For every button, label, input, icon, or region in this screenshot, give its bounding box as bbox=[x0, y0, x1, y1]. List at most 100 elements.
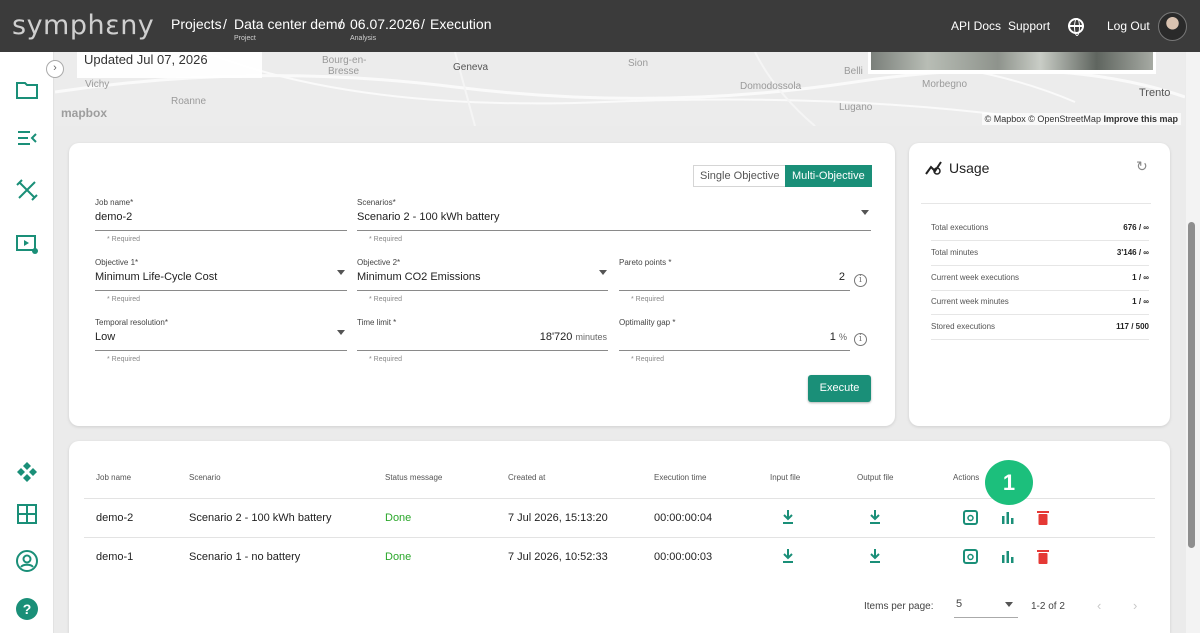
preview-icon[interactable] bbox=[963, 549, 978, 564]
dashboard-icon[interactable] bbox=[15, 502, 39, 526]
input-underline bbox=[357, 290, 608, 291]
breadcrumb-separator: / bbox=[223, 16, 227, 32]
app-logo[interactable]: symphεny bbox=[12, 10, 154, 41]
sidebar-toggle-button[interactable]: › bbox=[46, 60, 64, 78]
scenarios-select[interactable]: Scenarios* Scenario 2 - 100 kWh battery … bbox=[357, 198, 871, 248]
usage-label: Stored executions bbox=[931, 322, 996, 331]
menu-open-icon[interactable] bbox=[15, 126, 39, 150]
delete-icon[interactable] bbox=[1037, 510, 1049, 525]
usage-label: Total executions bbox=[931, 223, 989, 232]
map-label: Belli bbox=[844, 66, 863, 77]
map[interactable]: Updated Jul 07, 2026 Bourg-en- Bresse Ge… bbox=[55, 52, 1185, 126]
single-objective-toggle[interactable]: Single Objective bbox=[693, 165, 786, 187]
results-chart-icon[interactable] bbox=[1001, 511, 1014, 524]
required-hint: * Required bbox=[631, 356, 665, 363]
column-header-created-at[interactable]: Created at bbox=[508, 473, 545, 482]
chevron-down-icon[interactable] bbox=[861, 210, 869, 215]
pareto-points-input[interactable]: 2 bbox=[839, 271, 845, 283]
download-input-icon[interactable] bbox=[782, 510, 794, 524]
breadcrumb-projects[interactable]: Projects bbox=[171, 16, 222, 32]
items-per-page-select[interactable]: 5 bbox=[956, 598, 962, 610]
cell-job-name: demo-2 bbox=[96, 512, 134, 524]
map-label: Lugano bbox=[839, 102, 873, 113]
pareto-points-field[interactable]: Pareto points * 2 * Required bbox=[619, 258, 850, 308]
objective2-value[interactable]: Minimum CO2 Emissions bbox=[357, 271, 480, 283]
usage-chart-icon bbox=[925, 161, 942, 175]
improve-map-link[interactable]: Improve this map bbox=[1103, 114, 1178, 124]
objective2-select[interactable]: Objective 2* Minimum CO2 Emissions * Req… bbox=[357, 258, 608, 308]
input-underline bbox=[95, 230, 347, 231]
refresh-icon[interactable]: ↻ bbox=[1136, 158, 1148, 175]
column-header-actions: Actions bbox=[953, 473, 980, 482]
cell-scenario: Scenario 2 - 100 kWh battery bbox=[189, 512, 332, 524]
optimality-gap-input[interactable]: 1 % bbox=[830, 331, 847, 343]
scenarios-value[interactable]: Scenario 2 - 100 kWh battery bbox=[357, 211, 499, 223]
required-hint: * Required bbox=[369, 296, 403, 303]
usage-label: Current week minutes bbox=[931, 297, 1009, 306]
column-header-scenario[interactable]: Scenario bbox=[189, 473, 221, 482]
temporal-resolution-value[interactable]: Low bbox=[95, 331, 115, 343]
job-name-field[interactable]: Job name* demo-2 * Required bbox=[95, 198, 347, 248]
results-chart-icon[interactable] bbox=[1001, 550, 1014, 563]
column-header-status[interactable]: Status message bbox=[385, 473, 442, 482]
map-label: Bresse bbox=[328, 66, 360, 77]
workflow-icon[interactable] bbox=[15, 460, 39, 484]
api-docs-link[interactable]: API Docs bbox=[951, 19, 1001, 33]
execute-button[interactable]: Execute bbox=[808, 375, 871, 402]
info-icon[interactable]: i bbox=[854, 274, 867, 287]
breadcrumb-project[interactable]: Data center demo bbox=[234, 16, 345, 32]
breadcrumb-separator: / bbox=[339, 16, 343, 32]
temporal-resolution-select[interactable]: Temporal resolution* Low * Required bbox=[95, 318, 347, 368]
column-header-output-file[interactable]: Output file bbox=[857, 473, 893, 482]
breadcrumb-analysis[interactable]: 06.07.2026 bbox=[350, 16, 420, 32]
items-per-page-label: Items per page: bbox=[864, 601, 934, 612]
usage-divider bbox=[921, 203, 1151, 204]
globe-icon[interactable] bbox=[1068, 18, 1084, 36]
support-link[interactable]: Support bbox=[1008, 19, 1050, 33]
optimality-gap-value[interactable]: 1 bbox=[830, 331, 836, 343]
download-input-icon[interactable] bbox=[782, 549, 794, 563]
account-icon[interactable] bbox=[15, 549, 39, 573]
video-settings-icon[interactable] bbox=[15, 232, 39, 256]
previous-page-icon[interactable]: ‹ bbox=[1097, 598, 1101, 613]
job-name-input[interactable]: demo-2 bbox=[95, 211, 132, 223]
objective1-value[interactable]: Minimum Life-Cycle Cost bbox=[95, 271, 217, 283]
multi-objective-toggle[interactable]: Multi-Objective bbox=[785, 165, 872, 187]
download-output-icon[interactable] bbox=[869, 510, 881, 524]
optimality-gap-field[interactable]: Optimality gap * 1 % * Required bbox=[619, 318, 850, 368]
scrollbar-thumb[interactable] bbox=[1188, 222, 1195, 548]
help-icon[interactable]: ? bbox=[15, 597, 39, 621]
input-underline bbox=[357, 230, 871, 231]
chevron-down-icon[interactable] bbox=[337, 270, 345, 275]
column-header-execution-time[interactable]: Execution time bbox=[654, 473, 706, 482]
column-header-input-file[interactable]: Input file bbox=[770, 473, 800, 482]
required-hint: * Required bbox=[369, 236, 403, 243]
avatar[interactable] bbox=[1158, 12, 1187, 41]
chevron-down-icon[interactable] bbox=[599, 270, 607, 275]
chevron-down-icon[interactable] bbox=[1005, 602, 1013, 607]
time-limit-value[interactable]: 18'720 bbox=[540, 331, 573, 343]
breadcrumb-analysis-caption: Analysis bbox=[350, 35, 377, 42]
next-page-icon[interactable]: › bbox=[1133, 598, 1137, 613]
tools-icon[interactable] bbox=[15, 178, 39, 202]
cell-job-name: demo-1 bbox=[96, 551, 134, 563]
input-underline bbox=[357, 350, 608, 351]
folder-icon[interactable] bbox=[15, 78, 39, 102]
cell-execution-time: 00:00:00:04 bbox=[654, 512, 713, 524]
attribution-text[interactable]: © Mapbox © OpenStreetMap bbox=[985, 114, 1101, 124]
download-output-icon[interactable] bbox=[869, 549, 881, 563]
chevron-down-icon[interactable] bbox=[337, 330, 345, 335]
time-limit-input[interactable]: 18'720 minutes bbox=[540, 331, 607, 343]
delete-icon[interactable] bbox=[1037, 549, 1049, 564]
logout-button[interactable]: Log Out bbox=[1107, 19, 1150, 33]
map-label: Trento bbox=[1139, 87, 1171, 99]
column-header-job-name[interactable]: Job name bbox=[96, 473, 131, 482]
time-limit-field[interactable]: Time limit * 18'720 minutes * Required bbox=[357, 318, 608, 368]
map-label: Morbegno bbox=[922, 79, 968, 90]
usage-value: 1 / ∞ bbox=[1132, 297, 1149, 306]
preview-icon[interactable] bbox=[963, 510, 978, 525]
mapbox-logo[interactable]: mapbox bbox=[61, 106, 107, 120]
objective1-select[interactable]: Objective 1* Minimum Life-Cycle Cost * R… bbox=[95, 258, 347, 308]
usage-label: Total minutes bbox=[931, 248, 979, 257]
info-icon[interactable]: i bbox=[854, 333, 867, 346]
